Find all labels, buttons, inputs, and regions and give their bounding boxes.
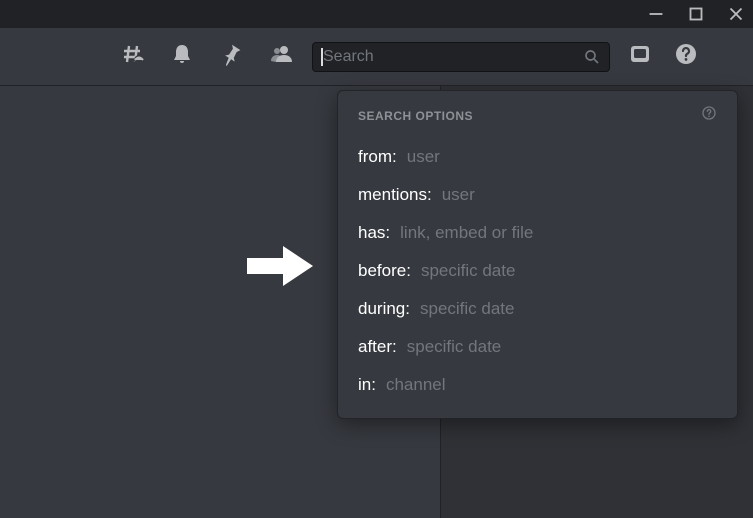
hash-muted-icon [120, 42, 144, 66]
window-close-button[interactable] [725, 3, 747, 25]
option-key: in: [358, 375, 376, 395]
option-key: after: [358, 337, 397, 357]
search-option-before[interactable]: before: specific date [358, 252, 717, 290]
annotation-arrow [245, 242, 315, 295]
help-icon [674, 42, 698, 66]
search-option-has[interactable]: has: link, embed or file [358, 214, 717, 252]
member-list-button[interactable] [270, 42, 294, 71]
help-small-icon [701, 105, 717, 121]
popover-title: SEARCH OPTIONS [358, 109, 473, 123]
search-option-mentions[interactable]: mentions: user [358, 176, 717, 214]
header-icon-group [120, 42, 312, 71]
search-icon [583, 48, 601, 66]
pinned-messages-button[interactable] [220, 42, 244, 71]
option-key: mentions: [358, 185, 432, 205]
option-key: from: [358, 147, 397, 167]
search-options-popover: SEARCH OPTIONS from: user mentions: user… [337, 90, 738, 419]
option-key: during: [358, 299, 410, 319]
search-input[interactable] [313, 43, 583, 71]
search-option-in[interactable]: in: channel [358, 366, 717, 404]
members-icon [270, 42, 294, 66]
option-hint: specific date [421, 261, 516, 281]
option-hint: user [442, 185, 475, 205]
channel-header [0, 28, 753, 86]
option-hint: channel [386, 375, 446, 395]
inbox-button[interactable] [628, 42, 652, 71]
search-help-button[interactable] [701, 105, 717, 126]
bell-icon [170, 42, 194, 66]
search-option-from[interactable]: from: user [358, 138, 717, 176]
option-key: has: [358, 223, 390, 243]
pin-icon [220, 42, 244, 66]
arrow-right-icon [245, 242, 315, 290]
inbox-icon [628, 42, 652, 66]
option-hint: link, embed or file [400, 223, 533, 243]
notifications-button[interactable] [170, 42, 194, 71]
text-caret [321, 48, 323, 66]
muted-channels-button[interactable] [120, 42, 144, 71]
window-titlebar [0, 0, 753, 28]
option-hint: specific date [420, 299, 515, 319]
close-icon [725, 2, 747, 26]
header-right-icons [628, 42, 698, 71]
search-option-during[interactable]: during: specific date [358, 290, 717, 328]
search-option-after[interactable]: after: specific date [358, 328, 717, 366]
help-button[interactable] [674, 42, 698, 71]
option-hint: user [407, 147, 440, 167]
minimize-icon [645, 2, 667, 26]
maximize-icon [685, 2, 707, 26]
search-bar[interactable] [312, 42, 610, 72]
option-hint: specific date [407, 337, 502, 357]
window-maximize-button[interactable] [685, 3, 707, 25]
option-key: before: [358, 261, 411, 281]
window-minimize-button[interactable] [645, 3, 667, 25]
